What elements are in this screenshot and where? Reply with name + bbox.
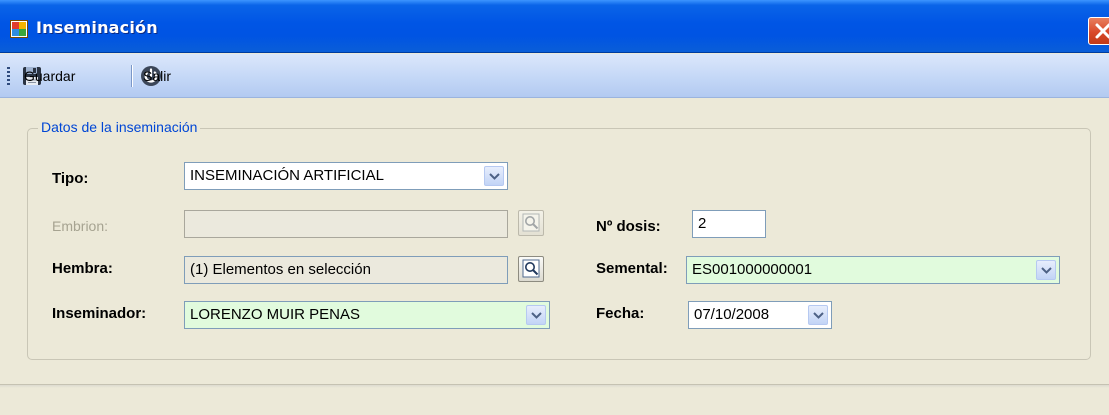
tipo-label: Tipo: <box>52 170 89 187</box>
semental-value: ES001000000001 <box>692 261 813 278</box>
hembra-value: (1) Elementos en selección <box>190 261 371 278</box>
semental-select[interactable]: ES001000000001 <box>686 256 1060 284</box>
inseminador-label: Inseminador: <box>52 305 147 322</box>
search-icon <box>522 259 540 278</box>
hembra-field[interactable]: (1) Elementos en selección <box>184 256 508 284</box>
close-button[interactable] <box>1088 17 1109 45</box>
semental-label: Semental: <box>596 260 668 277</box>
tipo-value: INSEMINACIÓN ARTIFICIAL <box>190 167 384 184</box>
groupbox-legend: Datos de la inseminación <box>38 119 201 135</box>
dosis-input[interactable]: 2 <box>692 210 766 238</box>
semental-dropdown-button[interactable] <box>1036 260 1056 280</box>
exit-button-label: Salir <box>143 68 172 84</box>
search-icon <box>522 213 540 232</box>
toolbar: Guardar Salir <box>0 54 1109 98</box>
hembra-search-button[interactable] <box>518 256 544 282</box>
dosis-value: 2 <box>698 215 707 232</box>
save-button[interactable]: Guardar <box>21 62 75 90</box>
inseminador-dropdown-button[interactable] <box>526 305 546 325</box>
chevron-down-icon <box>1041 267 1052 274</box>
dosis-label: Nº dosis: <box>596 218 661 235</box>
embrion-field[interactable] <box>184 210 508 238</box>
fecha-dropdown-button[interactable] <box>808 305 828 325</box>
title-bar: Inseminación <box>0 0 1109 53</box>
embrion-label: Embrion: <box>52 218 109 234</box>
fecha-value: 07/10/2008 <box>694 306 770 323</box>
toolbar-separator <box>131 65 133 87</box>
tipo-dropdown-button[interactable] <box>484 166 504 186</box>
fecha-datepicker[interactable]: 07/10/2008 <box>688 301 832 329</box>
inseminador-select[interactable]: LORENZO MUIR PENAS <box>184 301 550 329</box>
app-form-icon <box>10 20 28 38</box>
chevron-down-icon <box>489 173 500 180</box>
exit-button[interactable]: Salir <box>140 62 171 90</box>
save-button-label: Guardar <box>24 68 76 84</box>
window-title: Inseminación <box>36 18 158 37</box>
fecha-label: Fecha: <box>596 305 645 322</box>
close-icon <box>1095 23 1109 39</box>
bottom-divider <box>0 384 1109 415</box>
chevron-down-icon <box>813 312 824 319</box>
embrion-search-button[interactable] <box>518 210 544 236</box>
tipo-select[interactable]: INSEMINACIÓN ARTIFICIAL <box>184 162 508 190</box>
hembra-label: Hembra: <box>52 260 113 277</box>
inseminador-value: LORENZO MUIR PENAS <box>190 306 361 323</box>
toolbar-grip[interactable] <box>7 67 10 85</box>
chevron-down-icon <box>531 312 542 319</box>
